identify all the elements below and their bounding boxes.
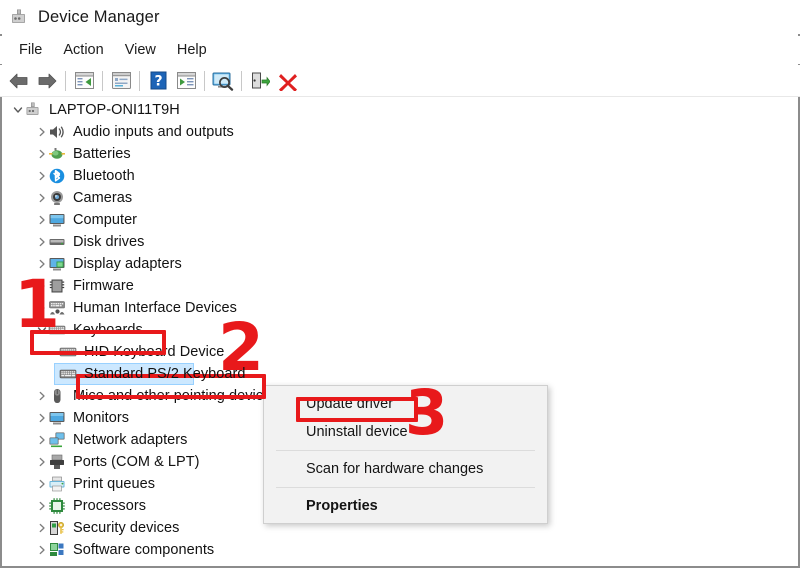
scan-hardware-changes-icon[interactable] — [209, 68, 237, 94]
device-manager-icon — [9, 8, 29, 26]
forward-arrow-icon[interactable] — [33, 68, 61, 94]
chevron-right-icon[interactable] — [35, 385, 48, 407]
tree-root-label: LAPTOP-ONI11T9H — [49, 102, 180, 118]
toolbar: ? — [0, 65, 800, 96]
menu-file[interactable]: File — [10, 39, 51, 61]
disk-drive-icon — [48, 233, 66, 251]
tree-item-label: Human Interface Devices — [73, 300, 237, 316]
security-icon — [48, 519, 66, 537]
monitor-icon — [48, 409, 66, 427]
properties-icon[interactable] — [107, 68, 135, 94]
tree-item-label: Display adapters — [73, 256, 182, 272]
menu-bar: File Action View Help — [0, 36, 800, 64]
tree-item-label: Security devices — [73, 520, 180, 536]
device-manager-window: Device Manager File Action View Help ? L… — [0, 0, 800, 568]
help-icon[interactable]: ? — [144, 68, 172, 94]
tree-item-label: Standard PS/2 Keyboard — [84, 366, 246, 382]
tree-item-label: Monitors — [73, 410, 129, 426]
tree-item-batteries[interactable]: Batteries — [2, 143, 798, 165]
annotation-number-3: 3 — [405, 376, 449, 449]
chevron-right-icon[interactable] — [35, 407, 48, 429]
toolbar-bottom-divider — [0, 96, 800, 97]
chevron-right-icon[interactable] — [35, 451, 48, 473]
chevron-right-icon[interactable] — [35, 429, 48, 451]
menu-view[interactable]: View — [116, 39, 165, 61]
tree-item-label: Disk drives — [73, 234, 145, 250]
tree-item-label: Firmware — [73, 278, 134, 294]
tree-item-firmware[interactable]: Firmware — [2, 275, 798, 297]
enable-device-icon[interactable] — [246, 68, 274, 94]
tree-item-label: Network adapters — [73, 432, 188, 448]
toolbar-separator — [102, 70, 103, 91]
chevron-right-icon[interactable] — [35, 165, 48, 187]
tree-item-human-interface-devices[interactable]: Human Interface Devices — [2, 297, 798, 319]
speaker-icon — [48, 123, 66, 141]
chevron-right-icon[interactable] — [35, 187, 48, 209]
ctx-scan-hardware[interactable]: Scan for hardware changes — [264, 455, 547, 483]
svg-text:?: ? — [154, 74, 162, 90]
printer-icon — [48, 475, 66, 493]
tree-item-label: Ports (COM & LPT) — [73, 454, 200, 470]
toolbar-separator — [204, 70, 205, 91]
title-bar: Device Manager — [0, 0, 800, 34]
processor-icon — [48, 497, 66, 515]
chevron-right-icon[interactable] — [35, 231, 48, 253]
tree-item-display-adapters[interactable]: Display adapters — [2, 253, 798, 275]
toolbar-separator — [139, 70, 140, 91]
tree-item-label: Computer — [73, 212, 138, 228]
computer-root-icon — [24, 101, 42, 119]
bluetooth-icon — [48, 167, 66, 185]
tree-item-label: Bluetooth — [73, 168, 135, 184]
tree-item-audio-inputs-and-outputs[interactable]: Audio inputs and outputs — [2, 121, 798, 143]
tree-item-label: Batteries — [73, 146, 131, 162]
battery-icon — [48, 145, 66, 163]
back-arrow-icon[interactable] — [5, 68, 33, 94]
annotation-number-1: 1 — [14, 266, 60, 343]
menu-help[interactable]: Help — [168, 39, 216, 61]
tree-item-software-components[interactable]: Software components — [2, 539, 798, 561]
context-menu-separator — [276, 450, 535, 451]
chevron-right-icon[interactable] — [35, 209, 48, 231]
chevron-right-icon[interactable] — [35, 539, 48, 561]
chevron-right-icon[interactable] — [35, 121, 48, 143]
tree-root-row[interactable]: LAPTOP-ONI11T9H — [2, 99, 798, 121]
computer-icon — [48, 211, 66, 229]
mouse-icon — [48, 387, 66, 405]
software-component-icon — [48, 541, 66, 559]
menu-action[interactable]: Action — [54, 39, 112, 61]
toolbar-separator — [65, 70, 66, 91]
tree-item-standard-ps2-keyboard[interactable]: Standard PS/2 Keyboard — [2, 363, 798, 385]
tree-item-label: Cameras — [73, 190, 133, 206]
tree-item-label: Processors — [73, 498, 147, 514]
keyboard-icon — [59, 365, 77, 383]
camera-icon — [48, 189, 66, 207]
toolbar-separator — [241, 70, 242, 91]
chevron-right-icon[interactable] — [35, 143, 48, 165]
tree-item-cameras[interactable]: Cameras — [2, 187, 798, 209]
tree-item-disk-drives[interactable]: Disk drives — [2, 231, 798, 253]
tree-item-computer[interactable]: Computer — [2, 209, 798, 231]
show-hide-console-tree-icon[interactable] — [70, 68, 98, 94]
chevron-right-icon[interactable] — [35, 495, 48, 517]
ctx-properties[interactable]: Properties — [264, 492, 547, 520]
chevron-right-icon[interactable] — [35, 517, 48, 539]
context-menu-separator — [276, 487, 535, 488]
tree-item-label: Print queues — [73, 476, 156, 492]
port-icon — [48, 453, 66, 471]
uninstall-device-icon[interactable] — [274, 68, 302, 94]
annotation-box-update-driver — [296, 397, 418, 422]
chevron-down-icon[interactable] — [11, 99, 24, 121]
tree-item-bluetooth[interactable]: Bluetooth — [2, 165, 798, 187]
window-title: Device Manager — [38, 7, 160, 26]
update-driver-toolbar-icon[interactable] — [172, 68, 200, 94]
network-icon — [48, 431, 66, 449]
tree-item-label: Software components — [73, 542, 215, 558]
chevron-right-icon[interactable] — [35, 473, 48, 495]
tree-item-label: Audio inputs and outputs — [73, 124, 234, 140]
